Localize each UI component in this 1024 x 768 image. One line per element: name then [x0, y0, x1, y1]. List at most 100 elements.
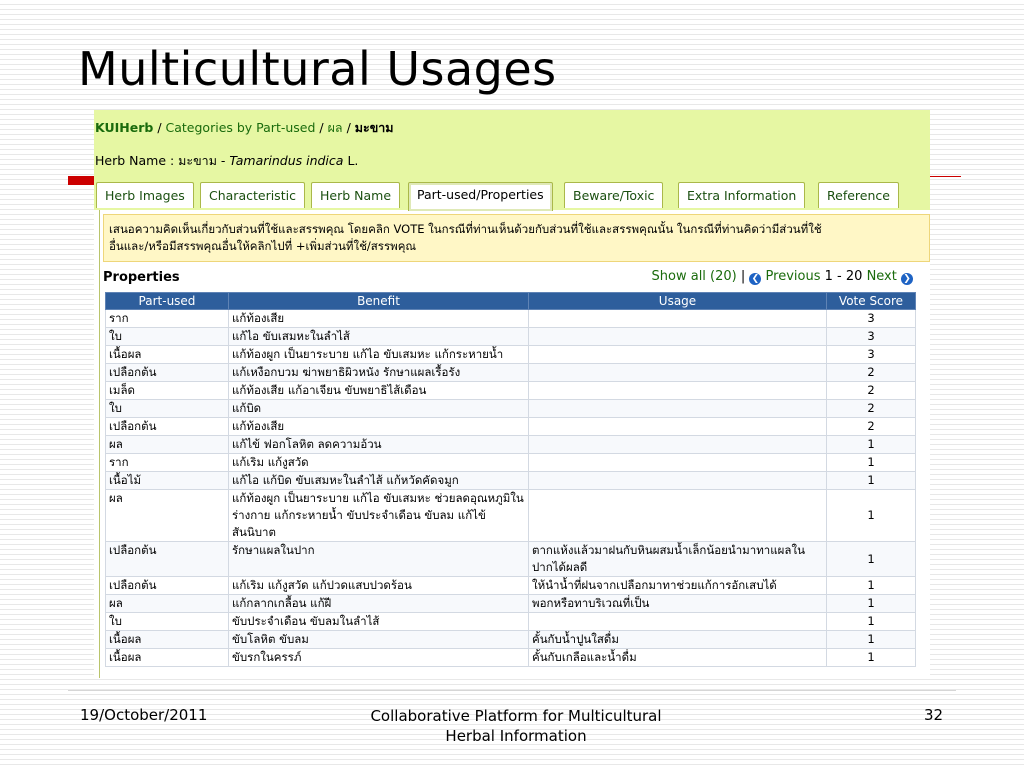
vote-notice: เสนอความคิดเห็นเกี่ยวกับส่วนที่ใช้และสรร… [103, 214, 930, 262]
cell-benefit: แก้กลากเกลื้อน แก้ฝี [228, 594, 529, 613]
cell-part-used: ใบ [105, 612, 229, 631]
slide-title: Multicultural Usages [78, 42, 557, 96]
cell-part-used: ผล [105, 489, 229, 542]
footer-title: Collaborative Platform for Multicultural… [316, 706, 716, 746]
cell-part-used: เนื้อไม้ [105, 471, 229, 490]
next-arrow-icon[interactable]: ❯ [901, 273, 913, 285]
tab-characteristic[interactable]: Characteristic [200, 182, 305, 208]
table-row: ผล แก้ท้องผูก เป็นยาระบาย แก้ไอ ขับเสมหะ … [105, 489, 916, 542]
cell-vote-score: 1 [826, 435, 916, 454]
column-header-part-used[interactable]: Part-used [105, 292, 229, 310]
previous-link[interactable]: Previous [766, 269, 821, 284]
cell-benefit: แก้ไข้ ฟอกโลหิต ลดความอ้วน [228, 435, 529, 454]
cell-benefit: แก้ท้องเสีย [228, 417, 529, 436]
table-row: เนื้อผล ขับโลหิต ขับลม คั้นกับน้ำปูนใสดื่ม… [105, 630, 916, 649]
cell-part-used: เปลือกต้น [105, 576, 229, 595]
cell-part-used: ใบ [105, 399, 229, 418]
kuiherb-screenshot: KUIHerb / Categories by Part-used / ผล /… [94, 110, 930, 678]
header-bar: KUIHerb / Categories by Part-used / ผล /… [94, 110, 930, 211]
cell-benefit: แก้ท้องผูก เป็นยาระบาย แก้ไอ ขับเสมหะ แก… [228, 345, 529, 364]
cell-usage [528, 309, 827, 328]
table-row: เปลือกต้น แก้เริม แก้งูสวัด แก้ปวดแสบปวดร… [105, 576, 916, 595]
cell-usage [528, 612, 827, 631]
previous-arrow-icon[interactable]: ❮ [749, 273, 762, 285]
column-header-benefit[interactable]: Benefit [228, 292, 529, 310]
cell-vote-score: 1 [826, 576, 916, 595]
cell-usage [528, 435, 827, 454]
cell-part-used: เนื้อผล [105, 345, 229, 364]
cell-vote-score: 3 [826, 327, 916, 346]
breadcrumb-category-link[interactable]: Categories by Part-used [166, 120, 316, 135]
next-link[interactable]: Next [867, 269, 897, 284]
herb-scientific-name: Tamarindus indica [229, 153, 344, 168]
cell-vote-score: 2 [826, 381, 916, 400]
tab-extra-information[interactable]: Extra Information [678, 182, 806, 208]
cell-part-used: ราก [105, 309, 229, 328]
properties-title: Properties [103, 270, 180, 285]
cell-part-used: เปลือกต้น [105, 417, 229, 436]
cell-benefit: แก้บิด [228, 399, 529, 418]
footer-divider [68, 690, 956, 691]
properties-table: Part-used Benefit Usage Vote Score รากแก… [105, 292, 916, 667]
table-row: เปลือกต้น รักษาแผลในปาก ตากแห้งแล้วมาฝนกับ… [105, 541, 916, 577]
notice-line-2[interactable]: อื่นและ/หรือมีสรรพคุณอื่นให้คลิกไปที่ +เ… [109, 238, 924, 255]
table-row: เปลือกต้น แก้ท้องเสีย 2 [105, 417, 916, 436]
breadcrumb-current: มะขาม [354, 120, 394, 135]
cell-part-used: ผล [105, 435, 229, 454]
page-number: 32 [924, 706, 944, 724]
breadcrumb-site-link[interactable]: KUIHerb [95, 120, 153, 135]
table-row: เนื้อไม้ แก้ไอ แก้บิด ขับเสมหะในลำไส้ แก้… [105, 471, 916, 490]
herb-name: Herb Name : มะขาม - Tamarindus indica L. [95, 151, 358, 171]
cell-usage [528, 363, 827, 382]
footer-date: 19/October/2011 [80, 706, 208, 724]
breadcrumb-separator: / [157, 120, 162, 135]
tab-herb-name[interactable]: Herb Name [311, 182, 401, 208]
cell-vote-score: 3 [826, 309, 916, 328]
cell-usage: คั้นกับน้ำปูนใสดื่ม [528, 630, 827, 649]
cell-benefit: แก้เหงือกบวม ฆ่าพยาธิผิวหนัง รักษาแผลเรื… [228, 363, 529, 382]
table-body: ราก แก้ท้องเสีย 3 ใบ แก้ไอ ขับเสมหะในลำไส้ 3 เ… [105, 309, 916, 667]
column-header-vote-score[interactable]: Vote Score [826, 292, 916, 310]
cell-benefit: แก้ไอ แก้บิด ขับเสมหะในลำไส้ แก้หวัดคัดจ… [228, 471, 529, 490]
table-row: เมล็ด แก้ท้องเสีย แก้อาเจียน ขับพยาธิไส้เ… [105, 381, 916, 400]
cell-usage [528, 345, 827, 364]
cell-vote-score: 2 [826, 363, 916, 382]
cell-usage [528, 381, 827, 400]
table-row: ใบ แก้ไอ ขับเสมหะในลำไส้ 3 [105, 327, 916, 346]
breadcrumb-part-link[interactable]: ผล [328, 120, 343, 135]
cell-benefit: รักษาแผลในปาก [228, 541, 529, 577]
cell-usage [528, 489, 827, 542]
cell-usage [528, 471, 827, 490]
cell-part-used: ผล [105, 594, 229, 613]
tab-beware-toxic[interactable]: Beware/Toxic [564, 182, 664, 208]
table-row: เนื้อผล ขับรกในครรภ์ คั้นกับเกลือและน้ำดื่… [105, 648, 916, 667]
table-header-row: Part-used Benefit Usage Vote Score [105, 292, 916, 310]
table-row: ผล แก้ไข้ ฟอกโลหิต ลดความอ้วน 1 [105, 435, 916, 454]
cell-usage [528, 399, 827, 418]
column-header-usage[interactable]: Usage [528, 292, 827, 310]
cell-vote-score: 1 [826, 453, 916, 472]
cell-benefit: แก้ท้องเสีย แก้อาเจียน ขับพยาธิไส้เดือน [228, 381, 529, 400]
herb-author: L. [347, 153, 359, 168]
notice-line-1: เสนอความคิดเห็นเกี่ยวกับส่วนที่ใช้และสรร… [109, 222, 822, 236]
cell-vote-score: 1 [826, 489, 916, 542]
cell-vote-score: 1 [826, 594, 916, 613]
tab-herb-images[interactable]: Herb Images [96, 182, 194, 208]
cell-usage: พอกหรือทาบริเวณที่เป็น [528, 594, 827, 613]
herb-name-label: Herb Name : มะขาม - [95, 153, 226, 168]
cell-benefit: ขับโลหิต ขับลม [228, 630, 529, 649]
cell-benefit: แก้ท้องผูก เป็นยาระบาย แก้ไอ ขับเสมหะ ช่… [228, 489, 529, 542]
table-row: เนื้อผล แก้ท้องผูก เป็นยาระบาย แก้ไอ ขับเ… [105, 345, 916, 364]
cell-vote-score: 3 [826, 345, 916, 364]
cell-vote-score: 2 [826, 417, 916, 436]
cell-part-used: เปลือกต้น [105, 541, 229, 577]
cell-usage [528, 453, 827, 472]
cell-part-used: เนื้อผล [105, 630, 229, 649]
show-all-link[interactable]: Show all (20) [652, 269, 737, 284]
cell-usage: ให้นำน้ำที่ฝนจากเปลือกมาทาช่วยแก้การอักเ… [528, 576, 827, 595]
breadcrumb: KUIHerb / Categories by Part-used / ผล /… [95, 118, 394, 138]
tab-part-used-properties[interactable]: Part-used/Properties [408, 182, 553, 211]
tab-reference[interactable]: Reference [818, 182, 899, 208]
pager-separator: | [740, 269, 746, 284]
cell-part-used: เนื้อผล [105, 648, 229, 667]
